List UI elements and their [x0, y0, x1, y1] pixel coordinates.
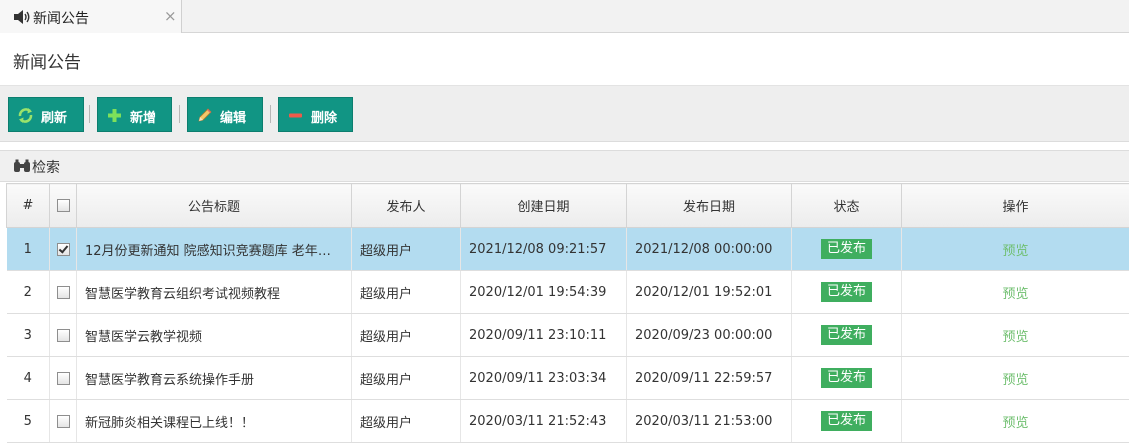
preview-link[interactable]: 预览 [1002, 244, 1028, 259]
minus-icon [289, 113, 302, 118]
status-badge: 已发布 [820, 282, 872, 302]
cell-published: 2020/12/01 19:52:01 [626, 270, 792, 314]
refresh-button[interactable]: 刷新 [8, 97, 84, 132]
table-row[interactable]: 4 智慧医学教育云系统操作手册 超级用户 2020/09/11 23:03:34… [6, 356, 1129, 400]
table-header-row: # 公告标题 发布人 创建日期 发布日期 状态 操作 [6, 183, 1129, 228]
toolbar-separator [89, 105, 90, 123]
tab-news[interactable]: 新闻公告 × [0, 0, 182, 33]
speaker-icon [14, 10, 30, 24]
binoculars-icon [14, 159, 30, 172]
page-title: 新闻公告 [13, 53, 81, 73]
status-badge: 已发布 [820, 325, 872, 345]
col-header-ops[interactable]: 操作 [901, 183, 1129, 228]
cell-publisher: 超级用户 [351, 313, 461, 357]
toolbar-separator [179, 105, 180, 123]
cell-created: 2020/12/01 19:54:39 [460, 270, 627, 314]
preview-link[interactable]: 预览 [1002, 287, 1028, 302]
close-icon[interactable]: × [164, 8, 177, 24]
status-badge: 已发布 [820, 239, 872, 259]
edit-button[interactable]: 编辑 [187, 97, 263, 132]
refresh-icon [18, 108, 33, 123]
tab-bar: 新闻公告 × [0, 0, 1129, 33]
cell-created: 2021/12/08 09:21:57 [460, 227, 627, 271]
cell-published: 2020/09/23 00:00:00 [626, 313, 792, 357]
table-row[interactable]: 1 12月份更新通知 院感知识竞赛题库 老年医… 超级用户 2021/12/08… [6, 227, 1129, 271]
pencil-icon [198, 108, 212, 122]
add-label: 新增 [130, 111, 157, 126]
row-checkbox[interactable] [56, 285, 70, 299]
row-number: 5 [6, 399, 50, 443]
col-header-publisher[interactable]: 发布人 [351, 183, 461, 228]
toolbar-separator [270, 105, 271, 123]
cell-published: 2020/09/11 22:59:57 [626, 356, 792, 400]
row-number: 1 [6, 227, 50, 271]
cell-title: 智慧医学教育云系统操作手册 [76, 356, 352, 400]
preview-link[interactable]: 预览 [1002, 330, 1028, 345]
preview-link[interactable]: 预览 [1002, 416, 1028, 431]
toolbar: 刷新 新增 编辑 删除 [0, 86, 1129, 142]
cell-created: 2020/09/11 23:10:11 [460, 313, 627, 357]
search-label: 检索 [32, 160, 60, 176]
plus-icon [108, 109, 121, 122]
row-number: 3 [6, 313, 50, 357]
news-table: # 公告标题 发布人 创建日期 发布日期 状态 操作 1 12月份更新通知 院感… [6, 183, 1129, 443]
cell-title: 新冠肺炎相关课程已上线！！ [76, 399, 352, 443]
status-badge: 已发布 [820, 368, 872, 388]
cell-publisher: 超级用户 [351, 227, 461, 271]
row-checkbox[interactable] [56, 414, 70, 428]
refresh-label: 刷新 [41, 111, 68, 126]
preview-link[interactable]: 预览 [1002, 373, 1028, 388]
table-row[interactable]: 2 智慧医学教育云组织考试视频教程 超级用户 2020/12/01 19:54:… [6, 270, 1129, 314]
row-number: 2 [6, 270, 50, 314]
row-checkbox[interactable] [56, 328, 70, 342]
row-checkbox[interactable] [56, 242, 70, 256]
col-header-title[interactable]: 公告标题 [76, 183, 352, 228]
table-row[interactable]: 3 智慧医学云教学视频 超级用户 2020/09/11 23:10:11 202… [6, 313, 1129, 357]
cell-publisher: 超级用户 [351, 399, 461, 443]
row-number: 4 [6, 356, 50, 400]
cell-title: 智慧医学云教学视频 [76, 313, 352, 357]
cell-title: 智慧医学教育云组织考试视频教程 [76, 270, 352, 314]
table-body: 1 12月份更新通知 院感知识竞赛题库 老年医… 超级用户 2021/12/08… [6, 227, 1129, 443]
col-header-status[interactable]: 状态 [791, 183, 902, 228]
table-row[interactable]: 5 新冠肺炎相关课程已上线！！ 超级用户 2020/03/11 21:52:43… [6, 399, 1129, 443]
delete-button[interactable]: 删除 [278, 97, 353, 132]
cell-publisher: 超级用户 [351, 270, 461, 314]
search-panel-header[interactable]: 检索 [0, 150, 1129, 182]
cell-created: 2020/03/11 21:52:43 [460, 399, 627, 443]
cell-created: 2020/09/11 23:03:34 [460, 356, 627, 400]
col-header-num[interactable]: # [6, 183, 50, 228]
col-header-select[interactable] [49, 183, 77, 228]
edit-label: 编辑 [220, 111, 247, 126]
select-all-checkbox[interactable] [56, 199, 70, 212]
tab-label: 新闻公告 [33, 11, 89, 27]
status-badge: 已发布 [820, 411, 872, 431]
cell-published: 2020/03/11 21:53:00 [626, 399, 792, 443]
col-header-published[interactable]: 发布日期 [626, 183, 792, 228]
add-button[interactable]: 新增 [97, 97, 172, 132]
cell-publisher: 超级用户 [351, 356, 461, 400]
cell-title: 12月份更新通知 院感知识竞赛题库 老年医… [76, 227, 352, 271]
col-header-created[interactable]: 创建日期 [460, 183, 627, 228]
delete-label: 删除 [311, 111, 338, 126]
row-checkbox[interactable] [56, 371, 70, 385]
cell-published: 2021/12/08 00:00:00 [626, 227, 792, 271]
